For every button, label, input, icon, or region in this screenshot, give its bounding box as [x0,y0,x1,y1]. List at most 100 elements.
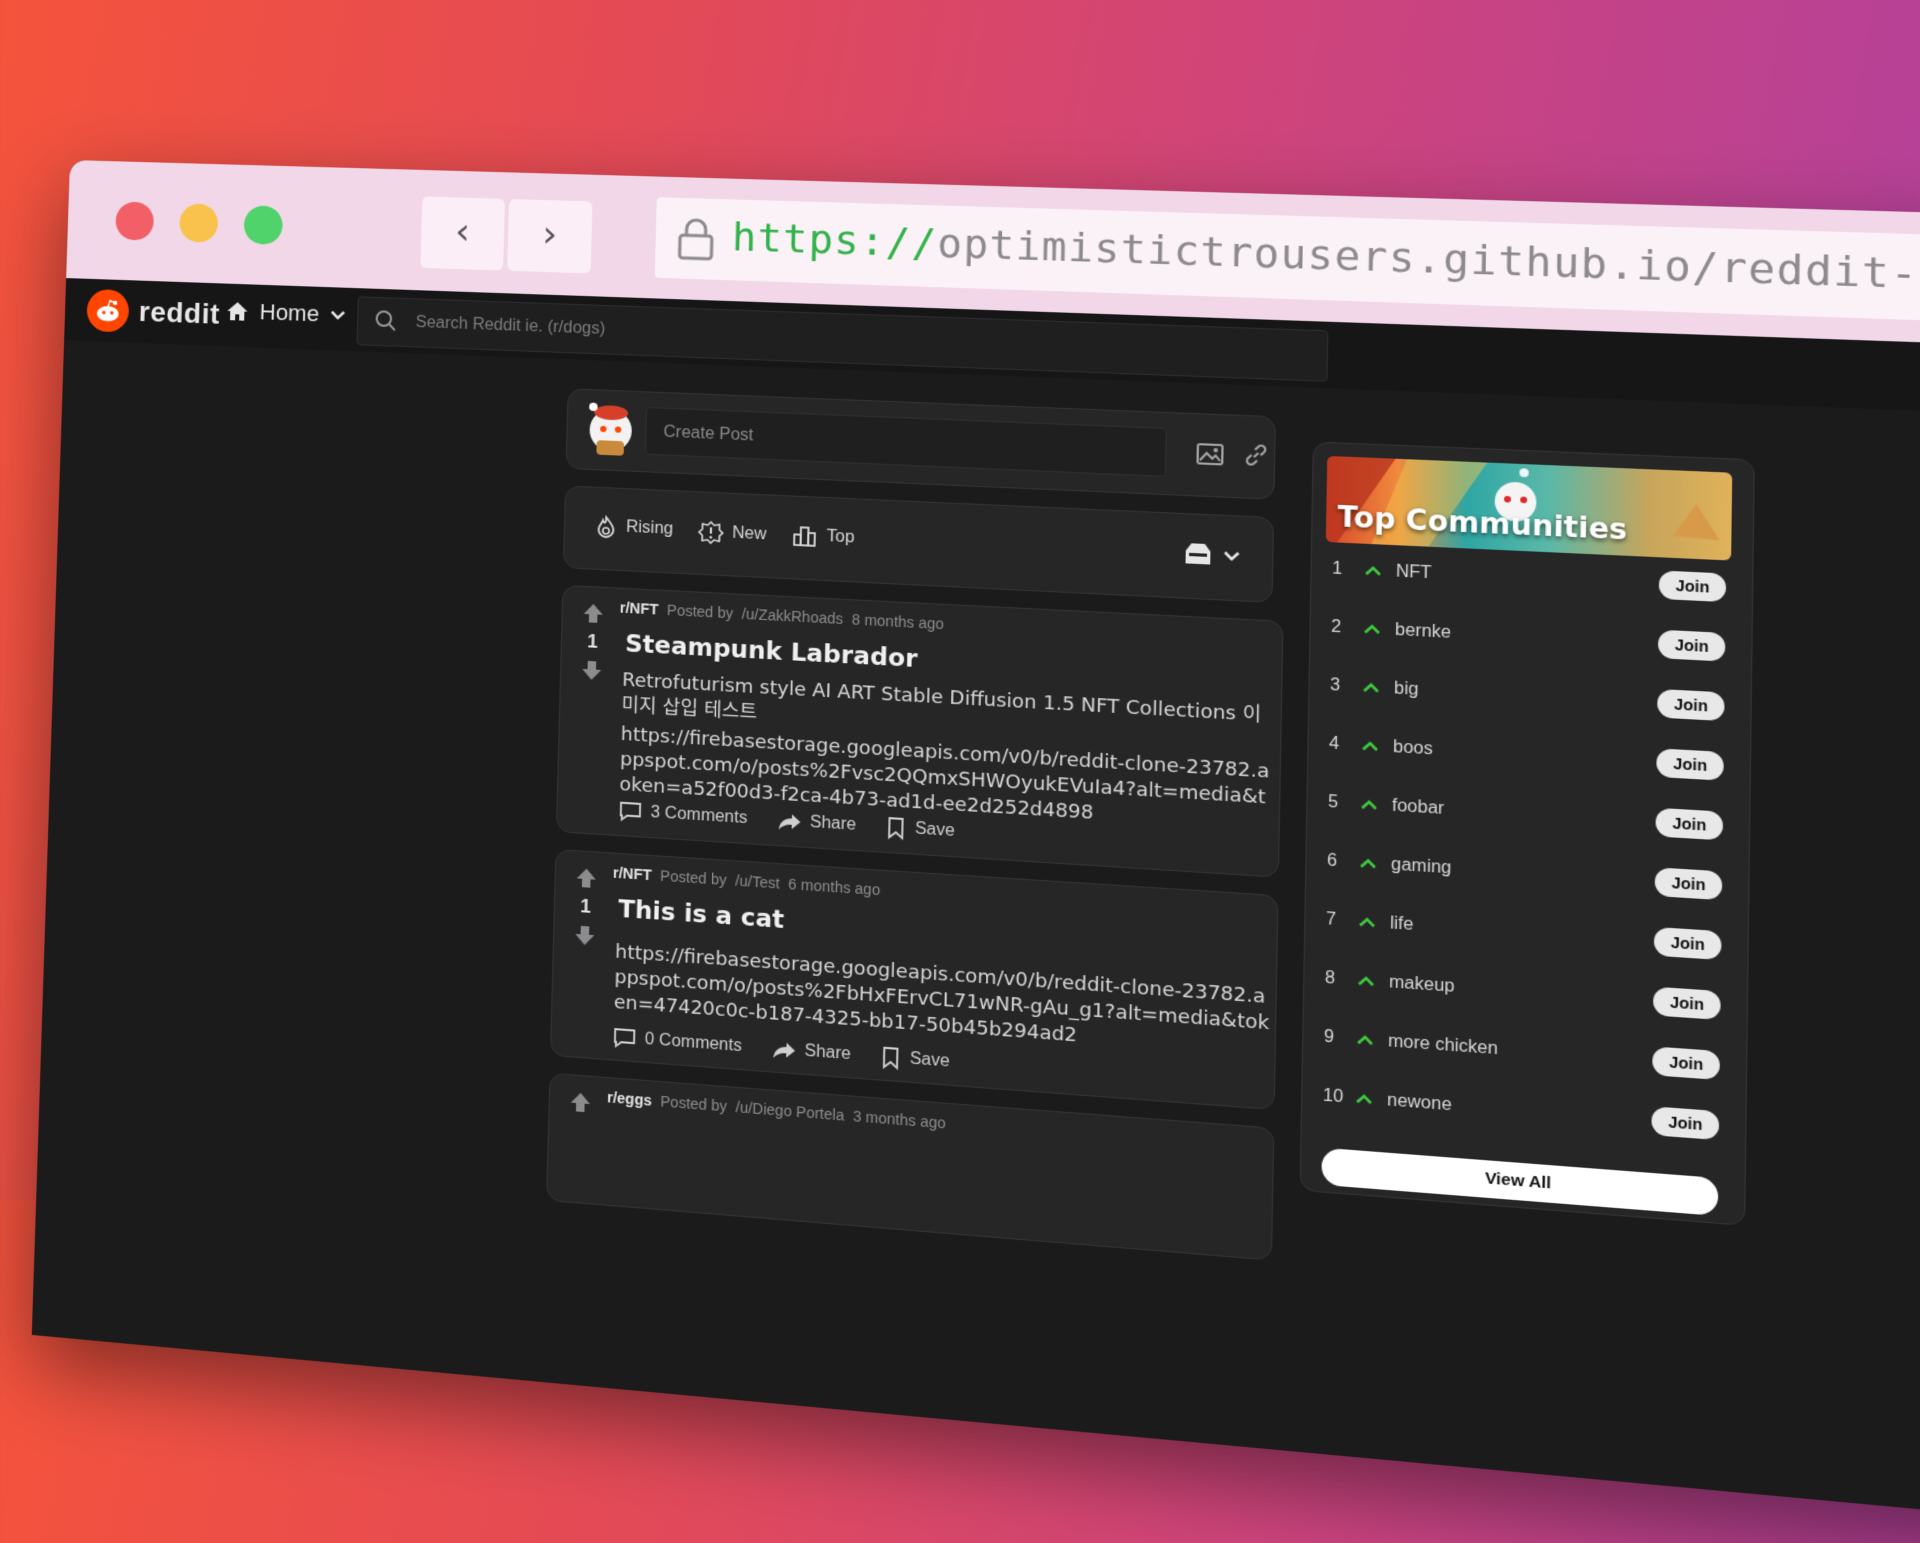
chevron-up-icon [1362,682,1380,694]
url-path: optimistictrousers.github.io/reddit-clon… [936,220,1920,303]
community-row[interactable]: 4 boos Join [1329,730,1724,781]
image-upload-icon[interactable] [1195,442,1225,467]
post-time: 3 months ago [852,1107,946,1132]
chevron-down-icon [329,310,346,321]
minimize-window-button[interactable] [179,203,219,243]
post-subreddit[interactable]: r/NFT [620,599,659,618]
forward-button[interactable]: › [507,199,593,274]
tab-new[interactable]: New [698,519,767,547]
vote-column [564,1090,596,1116]
community-rank: 10 [1322,1086,1344,1107]
community-row[interactable]: 6 gaming Join [1326,847,1723,901]
downvote-icon[interactable] [580,658,604,682]
bookmark-icon [881,1045,901,1070]
community-row[interactable]: 8 makeup Join [1325,964,1721,1021]
share-button[interactable]: Share [777,809,856,837]
post-title[interactable]: This is a cat [618,896,784,934]
post-meta: r/NFT Posted by/u/ZakkRhoads 8 months ago [620,599,945,632]
post-meta: r/NFT Posted by/u/Test 6 months ago [613,864,881,898]
join-button[interactable]: Join [1651,1106,1720,1141]
post-subreddit[interactable]: r/eggs [607,1089,652,1109]
community-row[interactable]: 7 life Join [1325,906,1722,961]
tab-rising[interactable]: Rising [594,515,673,542]
community-rank: 3 [1329,676,1341,695]
link-icon[interactable] [1242,442,1269,469]
comments-button[interactable]: 0 Comments [613,1026,743,1059]
save-button[interactable]: Save [886,816,955,844]
post-author[interactable]: /u/Test [735,872,780,892]
join-button[interactable]: Join [1655,807,1724,841]
create-post-input[interactable]: Create Post [644,406,1167,477]
community-name[interactable]: life [1390,914,1655,951]
top-icon [792,524,818,548]
tab-new-label: New [732,524,767,544]
community-row[interactable]: 3 big Join [1329,672,1725,722]
community-rank: 2 [1330,617,1342,637]
post-author[interactable]: /u/Diego Portela [735,1098,844,1123]
join-button[interactable]: Join [1657,688,1725,722]
community-row[interactable]: 2 bernke Join [1330,613,1726,662]
post-subreddit[interactable]: r/NFT [613,864,652,883]
join-button[interactable]: Join [1653,986,1721,1021]
posted-by-label: Posted by [660,1092,728,1115]
upvote-icon[interactable] [568,1090,592,1115]
chevron-up-icon [1363,624,1381,636]
join-button[interactable]: Join [1652,1046,1721,1081]
home-dropdown[interactable]: Home [225,298,346,329]
community-name[interactable]: bernke [1395,621,1659,654]
community-rank: 9 [1323,1027,1335,1047]
post-card[interactable]: 1 r/NFT Posted by/u/ZakkRhoads 8 months ag… [555,584,1284,878]
chevron-left-icon: ‹ [454,210,471,254]
join-button[interactable]: Join [1654,926,1722,961]
community-row[interactable]: 1 NFT Join [1332,555,1727,603]
vote-column: 1 [576,601,610,683]
chevron-up-icon [1358,917,1377,929]
community-name[interactable]: makeup [1389,973,1654,1011]
join-button[interactable]: Join [1658,570,1727,603]
community-name[interactable]: newone [1387,1091,1652,1130]
community-row[interactable]: 9 more chicken Join [1323,1023,1721,1081]
chevron-up-icon [1364,565,1382,577]
community-name[interactable]: more chicken [1388,1032,1653,1071]
back-button[interactable]: ‹ [420,196,505,271]
view-all-button[interactable]: View All [1321,1147,1719,1216]
tab-top[interactable]: Top [792,524,855,550]
close-window-button[interactable] [115,201,155,241]
community-rank: 5 [1327,792,1339,812]
upvote-icon[interactable] [581,601,605,625]
community-name[interactable]: gaming [1391,855,1655,891]
community-rank: 4 [1328,734,1340,754]
post-title[interactable]: Steampunk Labrador [625,631,918,674]
community-name[interactable]: NFT [1396,563,1660,595]
share-button[interactable]: Share [772,1037,851,1066]
share-label: Share [809,813,857,835]
community-row[interactable]: 5 foobar Join [1327,789,1724,841]
maximize-window-button[interactable] [243,205,284,245]
post-author[interactable]: /u/ZakkRhoads [742,605,844,627]
save-button[interactable]: Save [881,1045,950,1074]
layout-dropdown[interactable] [1182,540,1241,571]
logo-text: reddit [138,295,221,330]
post-time: 8 months ago [851,610,945,633]
upvote-icon[interactable] [574,866,598,891]
community-name[interactable]: big [1394,679,1658,713]
reddit-logo[interactable]: reddit [86,288,221,336]
community-row[interactable]: 10 newone Join [1322,1082,1720,1141]
join-button[interactable]: Join [1654,867,1723,901]
card-layout-icon [1185,543,1211,565]
url-scheme: https:// [731,213,938,267]
join-button[interactable]: Join [1658,629,1726,662]
top-communities-card: Top Communities 1 NFT Join 2 bernke Join 3 big J… [1299,441,1755,1226]
community-name[interactable]: foobar [1392,797,1656,832]
user-avatar[interactable] [582,398,640,458]
rising-icon [594,515,618,539]
communities-banner: Top Communities [1325,455,1733,561]
join-button[interactable]: Join [1656,748,1724,781]
posted-by-label: Posted by [660,867,727,889]
community-name[interactable]: boos [1393,738,1657,772]
community-rank: 6 [1326,851,1338,871]
community-rank: 7 [1325,910,1337,930]
post-card[interactable]: 1 r/NFT Posted by/u/Test 6 months ago This… [549,848,1279,1111]
downvote-icon[interactable] [573,923,597,948]
comments-button[interactable]: 3 Comments [618,799,748,830]
